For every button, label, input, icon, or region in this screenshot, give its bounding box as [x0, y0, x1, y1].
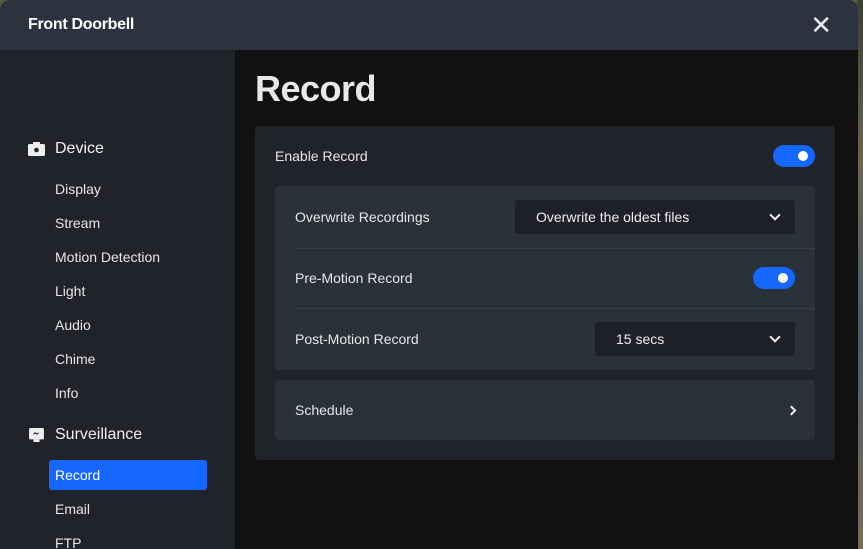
sidebar-item-ftp[interactable]: FTP [49, 528, 207, 549]
pre-motion-record-label: Pre-Motion Record [295, 270, 413, 286]
divider [295, 248, 815, 249]
post-motion-record-value: 15 secs [616, 331, 665, 347]
sidebar-item-motion-detection[interactable]: Motion Detection [49, 242, 207, 272]
sidebar-section-label: Surveillance [55, 426, 143, 443]
recording-options-group: Overwrite Recordings Overwrite the oldes… [275, 186, 815, 370]
sidebar-section-surveillance: Surveillance [28, 426, 142, 444]
post-motion-record-row: Post-Motion Record 15 secs [295, 322, 795, 356]
enable-record-toggle[interactable] [773, 145, 815, 167]
schedule-label: Schedule [295, 402, 354, 418]
page-title: Record [255, 68, 377, 109]
divider [295, 308, 815, 309]
record-settings-card: Enable Record Overwrite Recordings Overw… [255, 126, 835, 460]
close-icon[interactable]: ✕ [810, 12, 832, 38]
enable-record-row: Enable Record [275, 145, 815, 167]
overwrite-recordings-label: Overwrite Recordings [295, 209, 430, 225]
main-panel: Record Enable Record Overwrite Recording… [235, 50, 858, 549]
pre-motion-record-toggle[interactable] [753, 267, 795, 289]
sidebar-item-light[interactable]: Light [49, 276, 207, 306]
overwrite-recordings-select[interactable]: Overwrite the oldest files [515, 200, 795, 234]
post-motion-record-label: Post-Motion Record [295, 331, 419, 347]
chevron-down-icon [769, 209, 781, 221]
dialog-header: Front Doorbell ✕ [0, 0, 858, 50]
overwrite-recordings-row: Overwrite Recordings Overwrite the oldes… [295, 200, 795, 234]
chevron-right-icon [786, 405, 797, 415]
dialog-title: Front Doorbell [28, 16, 135, 33]
enable-record-label: Enable Record [275, 148, 368, 164]
pre-motion-record-row: Pre-Motion Record [295, 267, 795, 289]
post-motion-record-select[interactable]: 15 secs [595, 322, 795, 356]
sidebar-item-record[interactable]: Record [49, 460, 207, 490]
sidebar-item-email[interactable]: Email [49, 494, 207, 524]
sidebar-section-label: Device [55, 140, 104, 157]
sidebar: Device Display Stream Motion Detection L… [0, 50, 235, 549]
settings-dialog: Front Doorbell ✕ Device Display Stream M… [0, 0, 858, 549]
sidebar-item-audio[interactable]: Audio [49, 310, 207, 340]
sidebar-item-info[interactable]: Info [49, 378, 207, 408]
sidebar-item-display[interactable]: Display [49, 174, 207, 204]
camera-icon [28, 142, 45, 156]
monitor-icon [29, 428, 44, 442]
sidebar-section-device: Device [28, 140, 104, 158]
sidebar-item-chime[interactable]: Chime [49, 344, 207, 374]
schedule-row[interactable]: Schedule [275, 380, 815, 440]
chevron-down-icon [769, 331, 781, 343]
overwrite-recordings-value: Overwrite the oldest files [536, 209, 690, 225]
sidebar-item-stream[interactable]: Stream [49, 208, 207, 238]
